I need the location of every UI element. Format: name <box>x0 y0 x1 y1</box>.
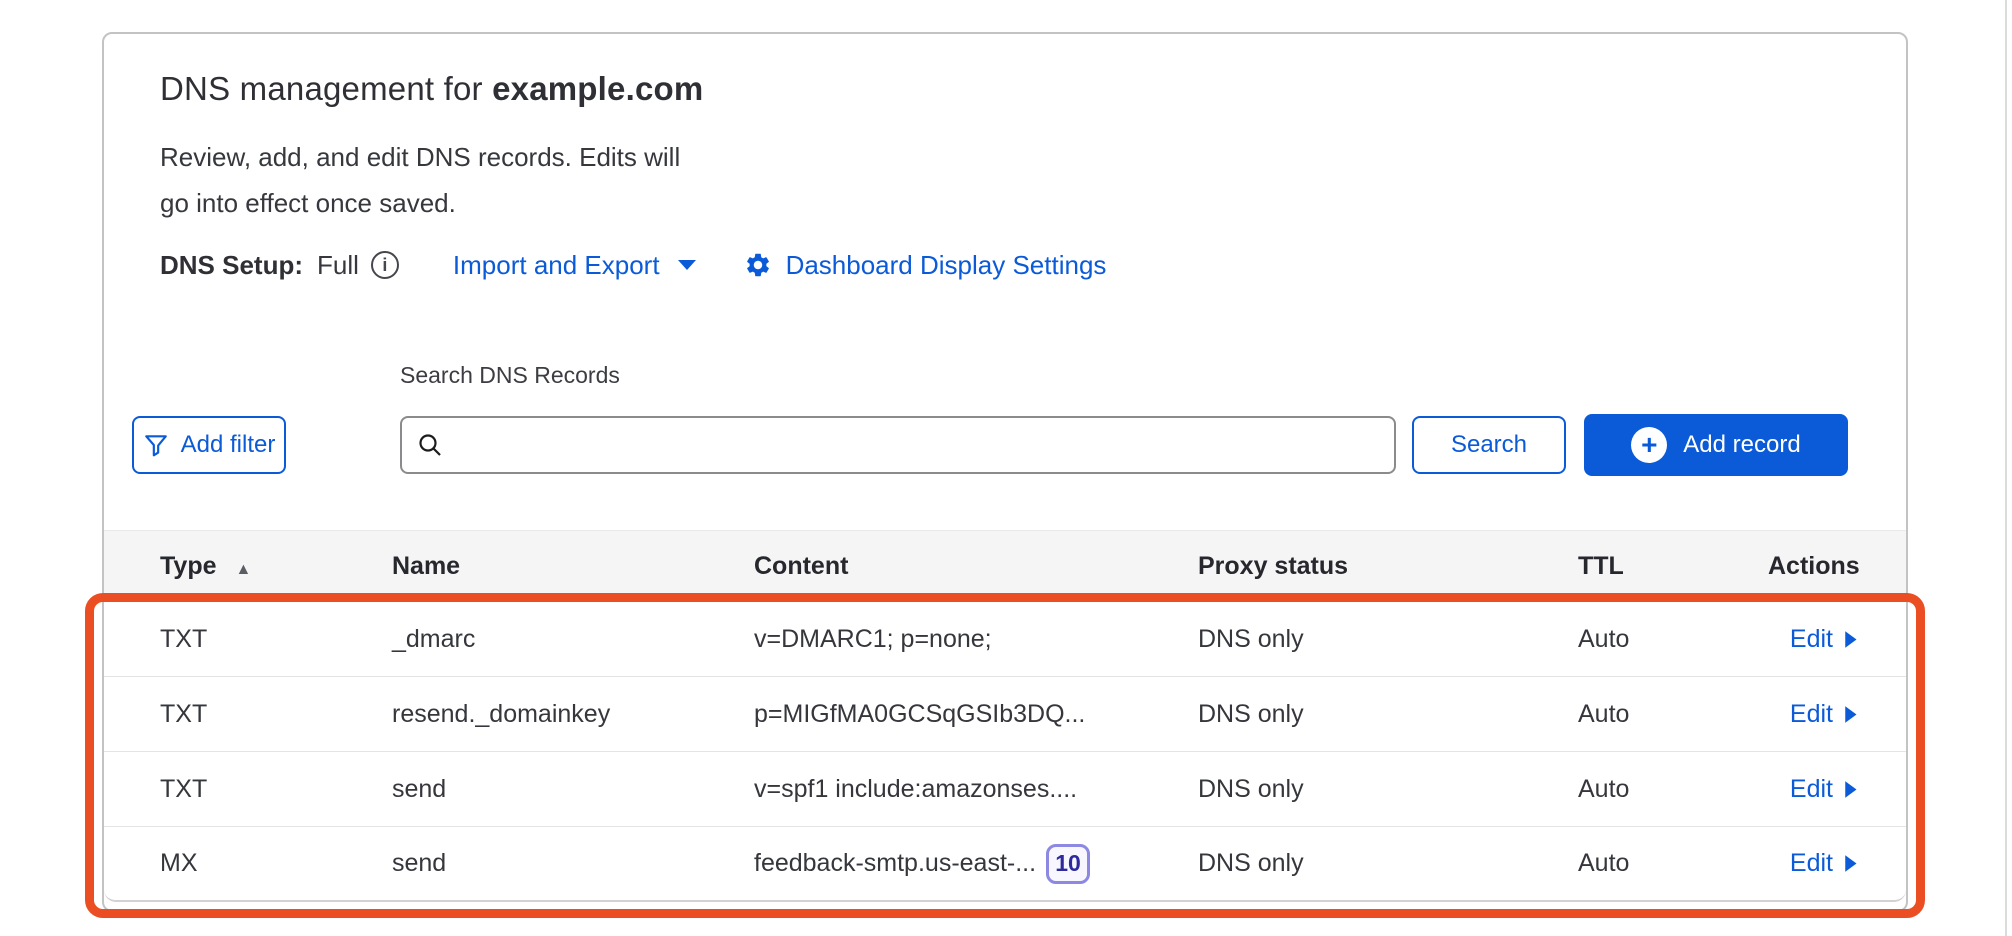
filter-funnel-icon <box>143 432 169 458</box>
dns-management-card: DNS management for example.com Review, a… <box>102 32 1908 912</box>
edit-record-link[interactable]: Edit <box>1790 849 1858 878</box>
record-content: feedback-smtp.us-east-... 10 <box>754 844 1198 884</box>
page-title-prefix: DNS management for <box>160 70 492 107</box>
table-row: TXT _dmarc v=DMARC1; p=none; DNS only Au… <box>104 602 1906 677</box>
record-proxy-status: DNS only <box>1198 625 1578 654</box>
toolbar: Add filter Search + Add record <box>104 414 1906 474</box>
edit-record-link[interactable]: Edit <box>1790 700 1858 729</box>
record-type: MX <box>104 849 392 878</box>
record-ttl: Auto <box>1578 849 1768 878</box>
column-header-name: Name <box>392 552 754 581</box>
dns-setup-row: DNS Setup: Full i Import and Export Dash… <box>160 244 1106 286</box>
record-name: send <box>392 775 754 804</box>
column-header-proxy-status: Proxy status <box>1198 552 1578 581</box>
record-content: v=DMARC1; p=none; <box>754 625 1198 654</box>
page-title-domain: example.com <box>492 70 703 107</box>
page-title: DNS management for example.com <box>160 70 703 108</box>
add-filter-button[interactable]: Add filter <box>132 416 286 474</box>
chevron-right-icon <box>1843 854 1858 873</box>
page-subtitle: Review, add, and edit DNS records. Edits… <box>160 134 680 226</box>
edit-record-link[interactable]: Edit <box>1790 625 1858 654</box>
chevron-down-icon <box>676 258 698 272</box>
sort-ascending-icon: ▲ <box>235 561 251 578</box>
dashboard-display-settings-label: Dashboard Display Settings <box>786 250 1107 281</box>
dns-records-table: Type ▲ Name Content Proxy status TTL Act… <box>104 530 1906 902</box>
info-icon[interactable]: i <box>371 251 399 279</box>
record-type: TXT <box>104 700 392 729</box>
search-button[interactable]: Search <box>1412 416 1566 474</box>
dns-setup-label: DNS Setup: <box>160 250 303 281</box>
search-input[interactable] <box>454 418 1380 472</box>
record-proxy-status: DNS only <box>1198 849 1578 878</box>
record-ttl: Auto <box>1578 775 1768 804</box>
table-header-row: Type ▲ Name Content Proxy status TTL Act… <box>104 530 1906 602</box>
record-content: v=spf1 include:amazonses.... <box>754 775 1198 804</box>
add-record-button[interactable]: + Add record <box>1584 414 1848 476</box>
record-name: send <box>392 849 754 878</box>
column-header-actions: Actions <box>1768 552 1908 581</box>
search-icon <box>416 431 444 459</box>
dashboard-display-settings-link[interactable]: Dashboard Display Settings <box>744 250 1107 281</box>
table-row: MX send feedback-smtp.us-east-... 10 DNS… <box>104 827 1906 902</box>
record-ttl: Auto <box>1578 700 1768 729</box>
panel-divider <box>2005 0 2007 936</box>
import-export-label: Import and Export <box>453 250 660 281</box>
dns-setup-value: Full <box>317 250 359 281</box>
mx-priority-badge: 10 <box>1046 844 1090 884</box>
table-row: TXT send v=spf1 include:amazonses.... DN… <box>104 752 1906 827</box>
search-input-wrap <box>400 416 1396 474</box>
record-type: TXT <box>104 625 392 654</box>
table-row: TXT resend._domainkey p=MIGfMA0GCSqGSIb3… <box>104 677 1906 752</box>
chevron-right-icon <box>1843 630 1858 649</box>
record-name: resend._domainkey <box>392 700 754 729</box>
column-header-ttl: TTL <box>1578 552 1768 581</box>
record-proxy-status: DNS only <box>1198 700 1578 729</box>
column-header-content: Content <box>754 552 1198 581</box>
import-export-dropdown[interactable]: Import and Export <box>453 250 698 281</box>
add-filter-label: Add filter <box>181 431 276 459</box>
record-name: _dmarc <box>392 625 754 654</box>
chevron-right-icon <box>1843 780 1858 799</box>
add-record-label: Add record <box>1683 431 1800 459</box>
record-proxy-status: DNS only <box>1198 775 1578 804</box>
page-subtitle-line2: go into effect once saved. <box>160 180 680 226</box>
edit-record-link[interactable]: Edit <box>1790 775 1858 804</box>
column-header-type[interactable]: Type ▲ <box>104 552 392 581</box>
plus-icon: + <box>1631 427 1667 463</box>
dns-management-page: DNS management for example.com Review, a… <box>0 0 2012 936</box>
record-content: p=MIGfMA0GCSqGSIb3DQ... <box>754 700 1198 729</box>
gear-icon <box>744 251 772 279</box>
search-dns-records-label: Search DNS Records <box>400 362 620 389</box>
record-type: TXT <box>104 775 392 804</box>
chevron-right-icon <box>1843 705 1858 724</box>
page-subtitle-line1: Review, add, and edit DNS records. Edits… <box>160 134 680 180</box>
record-ttl: Auto <box>1578 625 1768 654</box>
